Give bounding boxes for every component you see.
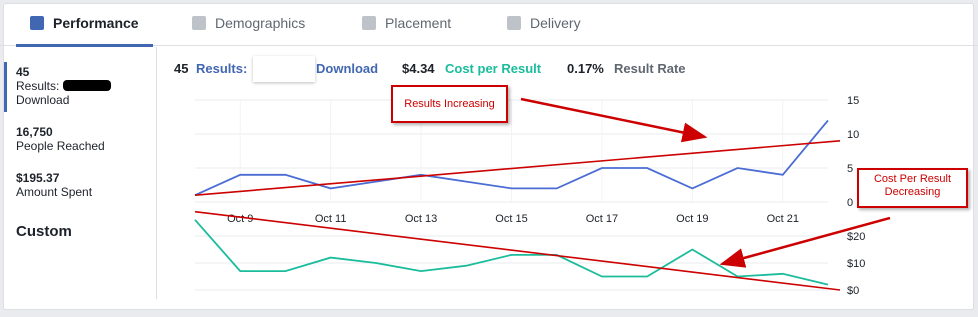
y-tick-label: $20 [847, 231, 865, 243]
y-tick-label: 0 [847, 197, 853, 209]
performance-charts: 151050 $20$10$0 Oct 9 Oct 11 Oct 13 Oct 15 O… [194, 95, 891, 297]
results-arrow [520, 97, 708, 143]
y-tick-label: 5 [847, 163, 853, 175]
cost-series-line [194, 219, 829, 286]
results-annotation: Results Increasing [391, 85, 508, 123]
x-tick-label: Oct 15 [495, 213, 527, 225]
x-tick-label: Oct 19 [676, 213, 708, 225]
y-tick-label: 10 [847, 129, 859, 141]
x-tick-label: Oct 17 [586, 213, 618, 225]
x-tick-label: Oct 11 [315, 213, 347, 225]
y-tick-label: 15 [847, 95, 859, 107]
x-tick-label: Oct 21 [767, 213, 799, 225]
y-tick-label: $10 [847, 258, 865, 270]
x-tick-label: Oct 13 [405, 213, 437, 225]
y-tick-label: $0 [847, 285, 859, 297]
cost-annotation: Cost Per Result Decreasing [857, 168, 968, 208]
